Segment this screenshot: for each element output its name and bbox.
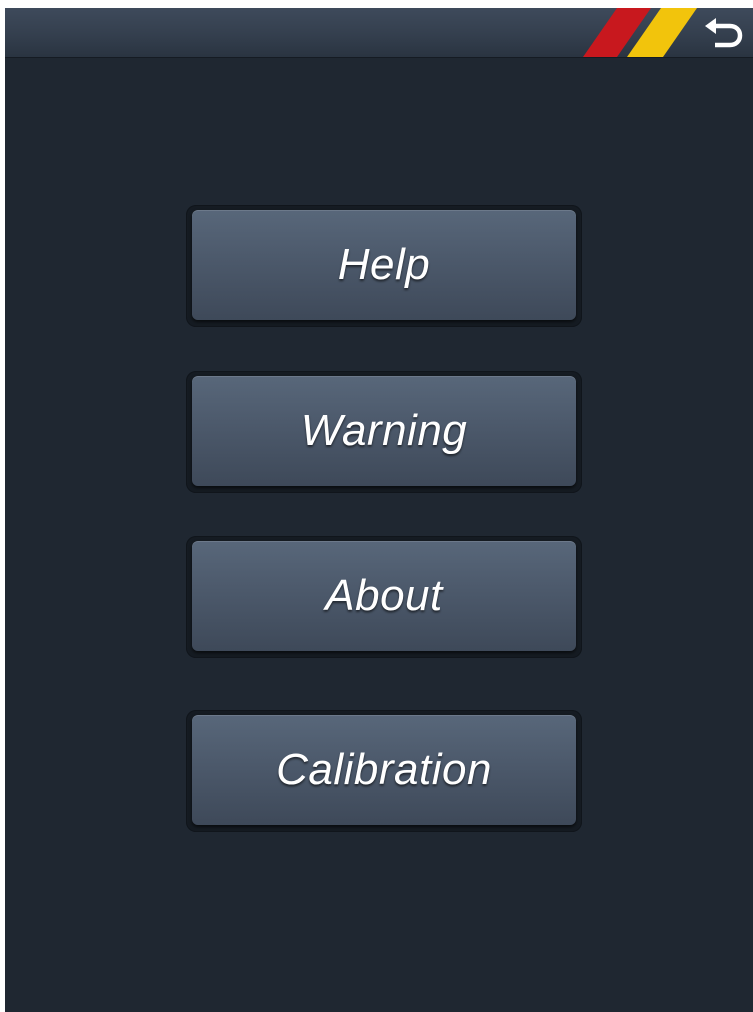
- calibration-button[interactable]: Calibration: [192, 715, 576, 825]
- screen: Help Warning About Calibration: [5, 8, 753, 1012]
- help-button-frame: Help: [186, 205, 582, 327]
- help-button-label: Help: [337, 240, 431, 289]
- help-button[interactable]: Help: [192, 210, 576, 320]
- about-button-label: About: [325, 571, 443, 620]
- about-button[interactable]: About: [192, 541, 576, 651]
- return-arrow-icon: [705, 18, 743, 48]
- about-button-frame: About: [186, 536, 582, 658]
- calibration-button-label: Calibration: [276, 745, 492, 794]
- brand-stripes-decoration: [583, 8, 697, 57]
- calibration-button-frame: Calibration: [186, 710, 582, 832]
- back-button[interactable]: [703, 16, 747, 50]
- warning-button-frame: Warning: [186, 371, 582, 493]
- warning-button[interactable]: Warning: [192, 376, 576, 486]
- warning-button-label: Warning: [300, 406, 468, 455]
- top-bar: [5, 8, 753, 58]
